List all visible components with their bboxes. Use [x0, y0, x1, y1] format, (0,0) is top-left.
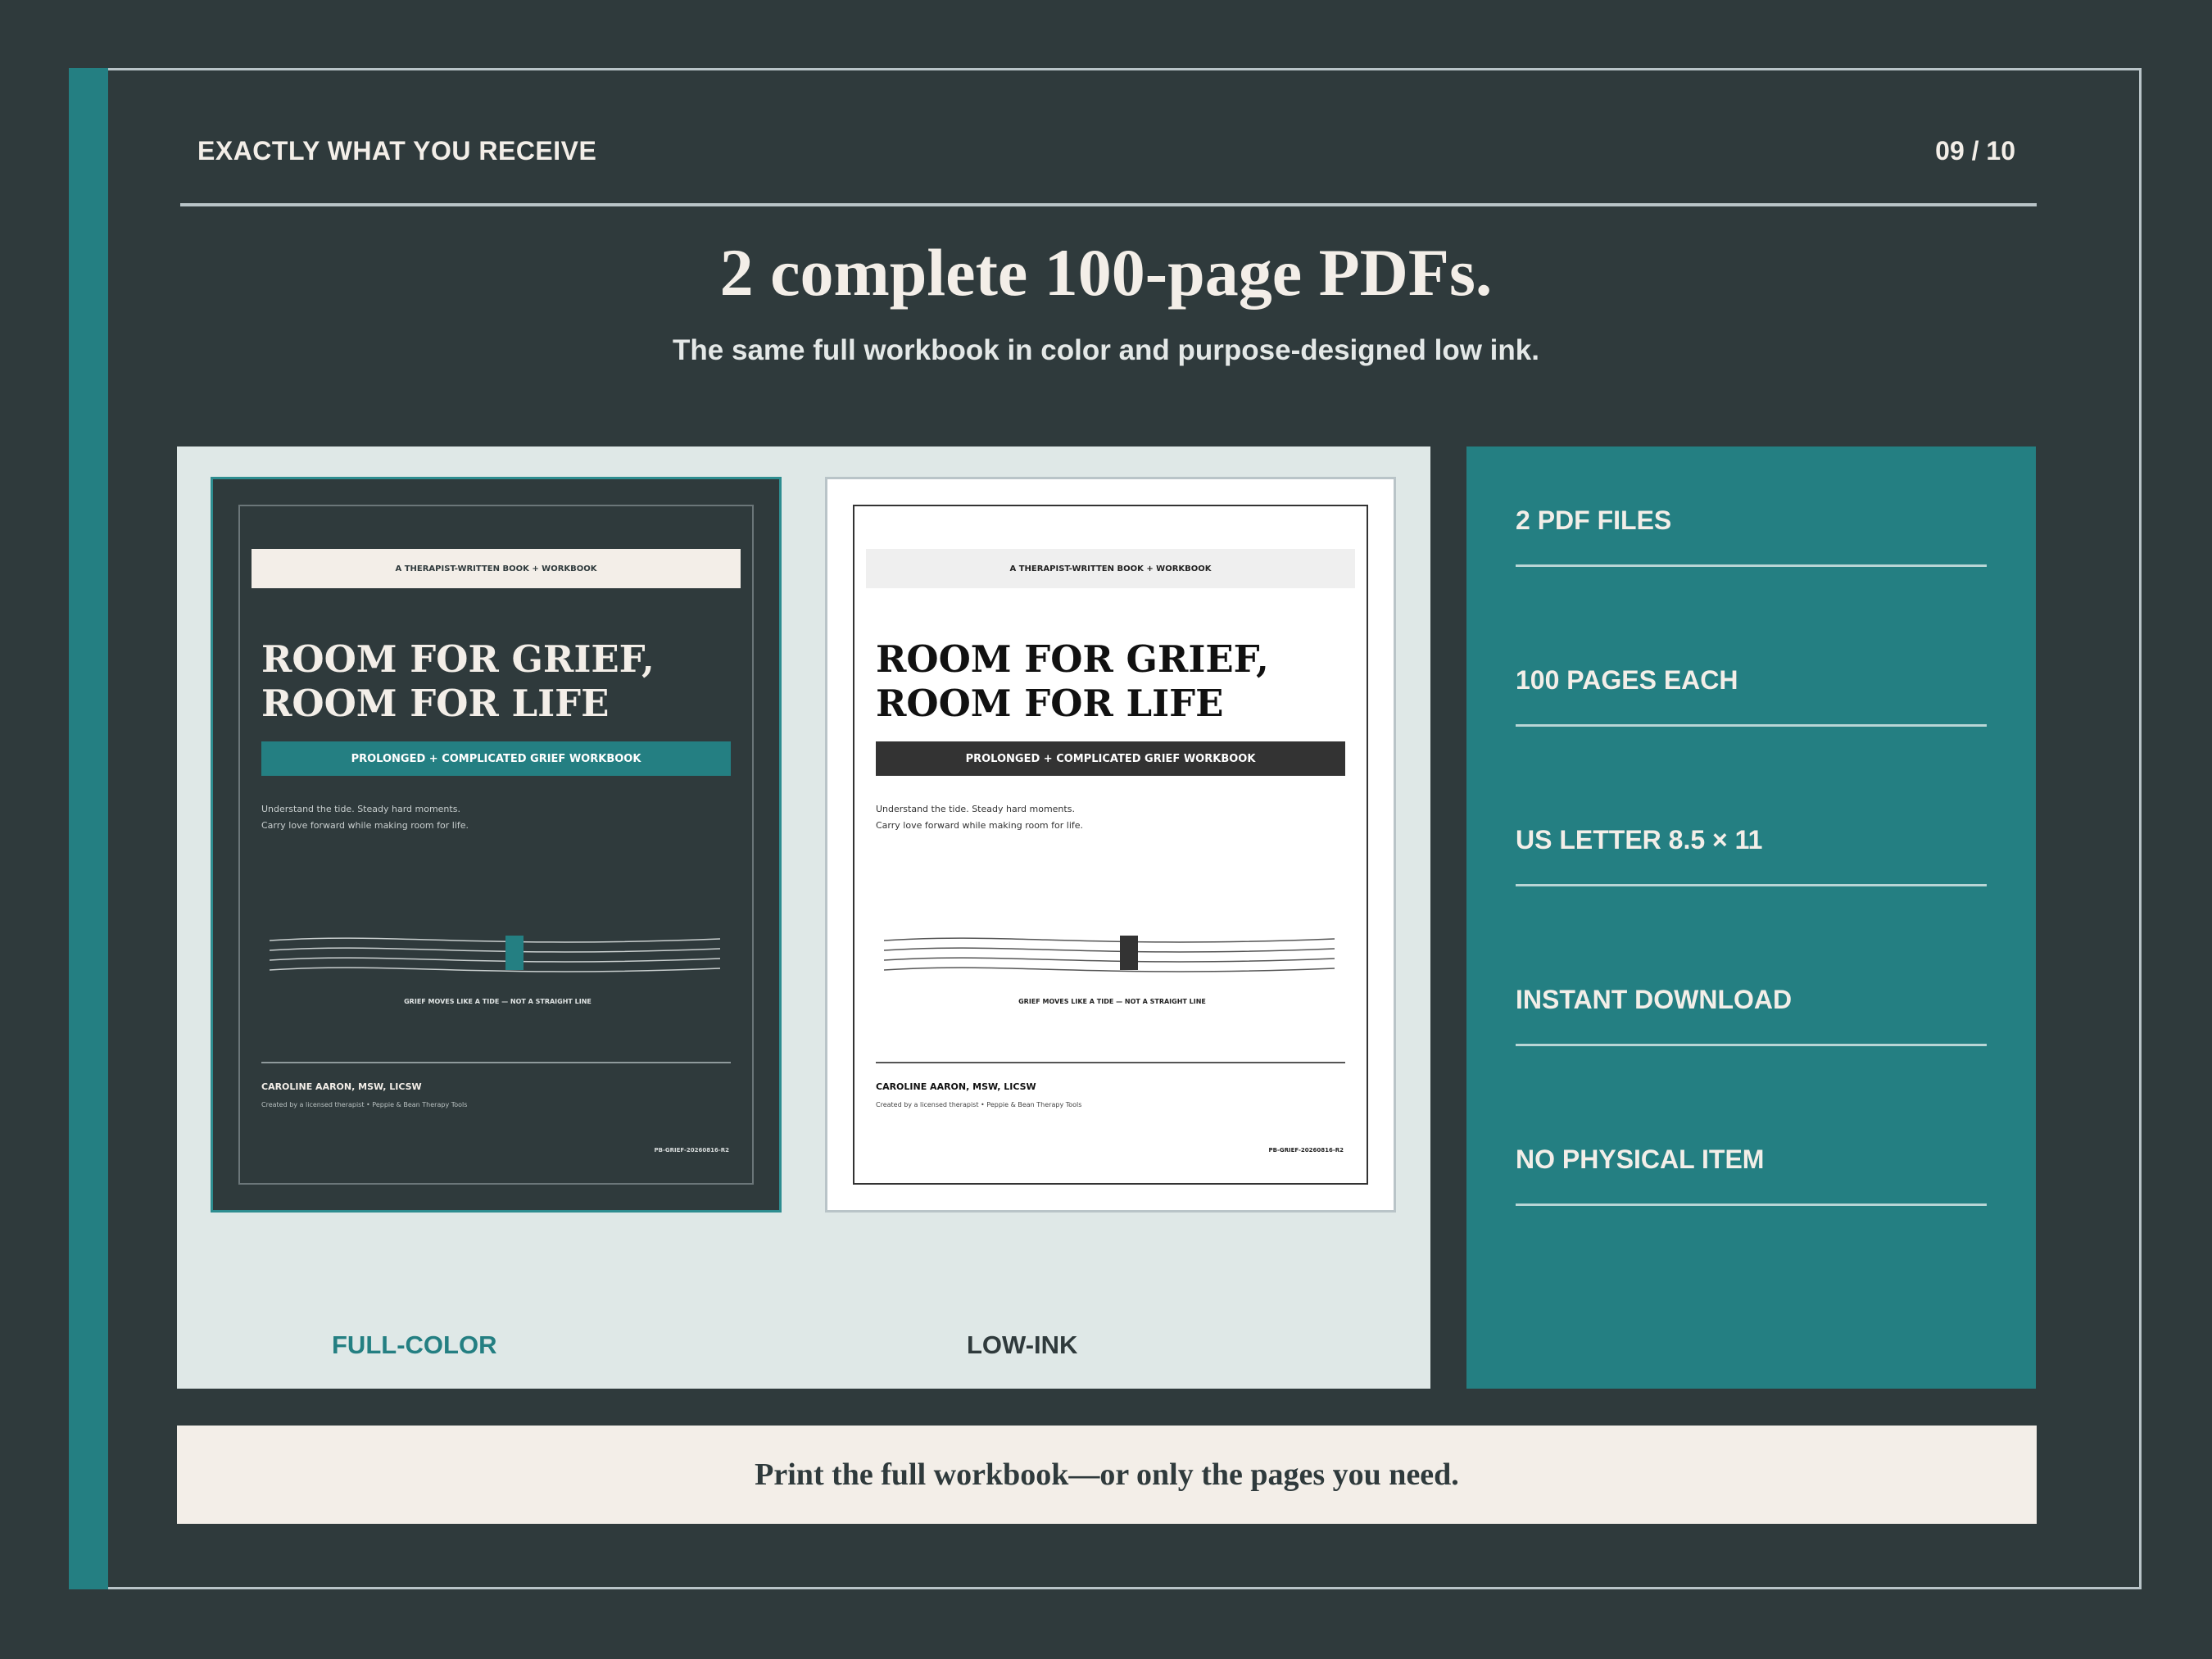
footer-text: Print the full workbook—or only the page…	[755, 1457, 1459, 1492]
spec-item: 100 PAGES EACH	[1516, 606, 1987, 729]
spec-item: US LETTER 8.5 × 11	[1516, 766, 1987, 889]
cover-kicker: A THERAPIST-WRITTEN BOOK + WORKBOOK	[866, 549, 1355, 588]
cover-title: ROOM FOR GRIEF, ROOM FOR LIFE	[876, 637, 1269, 726]
spec-divider	[1516, 1203, 1987, 1206]
cover-divider	[876, 1062, 1345, 1063]
header-rule	[180, 203, 2037, 206]
spec-item: NO PHYSICAL ITEM	[1516, 1086, 1987, 1208]
low-ink-label: LOW-INK	[967, 1330, 1078, 1359]
cover-author: CAROLINE AARON, MSW, LICSW	[876, 1081, 1036, 1092]
cover-code: PB-GRIEF-20260816-R2	[654, 1147, 730, 1154]
cover-title-line: ROOM FOR GRIEF,	[261, 637, 655, 681]
spec-divider	[1516, 724, 1987, 727]
spec-divider	[1516, 884, 1987, 886]
spec-label: 2 PDF FILES	[1516, 505, 1672, 535]
cover-divider	[261, 1062, 731, 1063]
page-title: 2 complete 100-page PDFs.	[719, 235, 1493, 310]
cover-blurb: Understand the tide. Steady hard moments…	[261, 801, 720, 834]
cover-credit: Created by a licensed therapist • Peppie…	[876, 1101, 1082, 1108]
cover-title-line: ROOM FOR GRIEF,	[876, 637, 1269, 681]
spec-label: 100 PAGES EACH	[1516, 665, 1738, 695]
cover-blurb-line: Carry love forward while making room for…	[876, 820, 1084, 831]
cover-title-line: ROOM FOR LIFE	[876, 682, 1224, 725]
cover-kicker: A THERAPIST-WRITTEN BOOK + WORKBOOK	[252, 549, 741, 588]
spec-label: US LETTER 8.5 × 11	[1516, 825, 1763, 854]
cover-blurb-line: Understand the tide. Steady hard moments…	[261, 804, 460, 814]
slide-counter: 09 / 10	[1935, 136, 2015, 165]
cover-blurb-line: Understand the tide. Steady hard moments…	[876, 804, 1075, 814]
tide-wave-illustration	[884, 936, 1335, 972]
cover-blurb-line: Carry love forward while making room for…	[261, 820, 469, 831]
cover-credit: Created by a licensed therapist • Peppie…	[261, 1101, 468, 1108]
spec-label: NO PHYSICAL ITEM	[1516, 1145, 1765, 1174]
full-color-cover: A THERAPIST-WRITTEN BOOK + WORKBOOK ROOM…	[211, 477, 782, 1213]
spec-divider	[1516, 1044, 1987, 1046]
cover-author: CAROLINE AARON, MSW, LICSW	[261, 1081, 422, 1092]
spec-item: 2 PDF FILES	[1516, 446, 1987, 569]
cover-code: PB-GRIEF-20260816-R2	[1268, 1147, 1344, 1154]
cover-inner-frame: A THERAPIST-WRITTEN BOOK + WORKBOOK ROOM…	[238, 505, 754, 1185]
cover-subtitle: PROLONGED + COMPLICATED GRIEF WORKBOOK	[261, 741, 731, 776]
section-eyebrow: EXACTLY WHAT YOU RECEIVE	[197, 136, 597, 165]
spec-divider	[1516, 564, 1987, 567]
spec-item: INSTANT DOWNLOAD	[1516, 926, 1987, 1049]
cover-inner-frame: A THERAPIST-WRITTEN BOOK + WORKBOOK ROOM…	[853, 505, 1368, 1185]
page-subtitle: The same full workbook in color and purp…	[673, 334, 1539, 366]
tide-wave-illustration	[270, 936, 720, 972]
specs-panel: 2 PDF FILES 100 PAGES EACH US LETTER 8.5…	[1466, 446, 2036, 1389]
spec-label: INSTANT DOWNLOAD	[1516, 985, 1793, 1014]
cover-tide-caption: GRIEF MOVES LIKE A TIDE — NOT A STRAIGHT…	[404, 998, 592, 1005]
cover-subtitle: PROLONGED + COMPLICATED GRIEF WORKBOOK	[876, 741, 1345, 776]
cover-title: ROOM FOR GRIEF, ROOM FOR LIFE	[261, 637, 655, 726]
cover-tide-caption: GRIEF MOVES LIKE A TIDE — NOT A STRAIGHT…	[1018, 998, 1206, 1005]
footer-band: Print the full workbook—or only the page…	[177, 1426, 2037, 1524]
full-color-label: FULL-COLOR	[332, 1330, 497, 1359]
cover-title-line: ROOM FOR LIFE	[261, 682, 610, 725]
low-ink-cover: A THERAPIST-WRITTEN BOOK + WORKBOOK ROOM…	[825, 477, 1396, 1213]
cover-blurb: Understand the tide. Steady hard moments…	[876, 801, 1335, 834]
